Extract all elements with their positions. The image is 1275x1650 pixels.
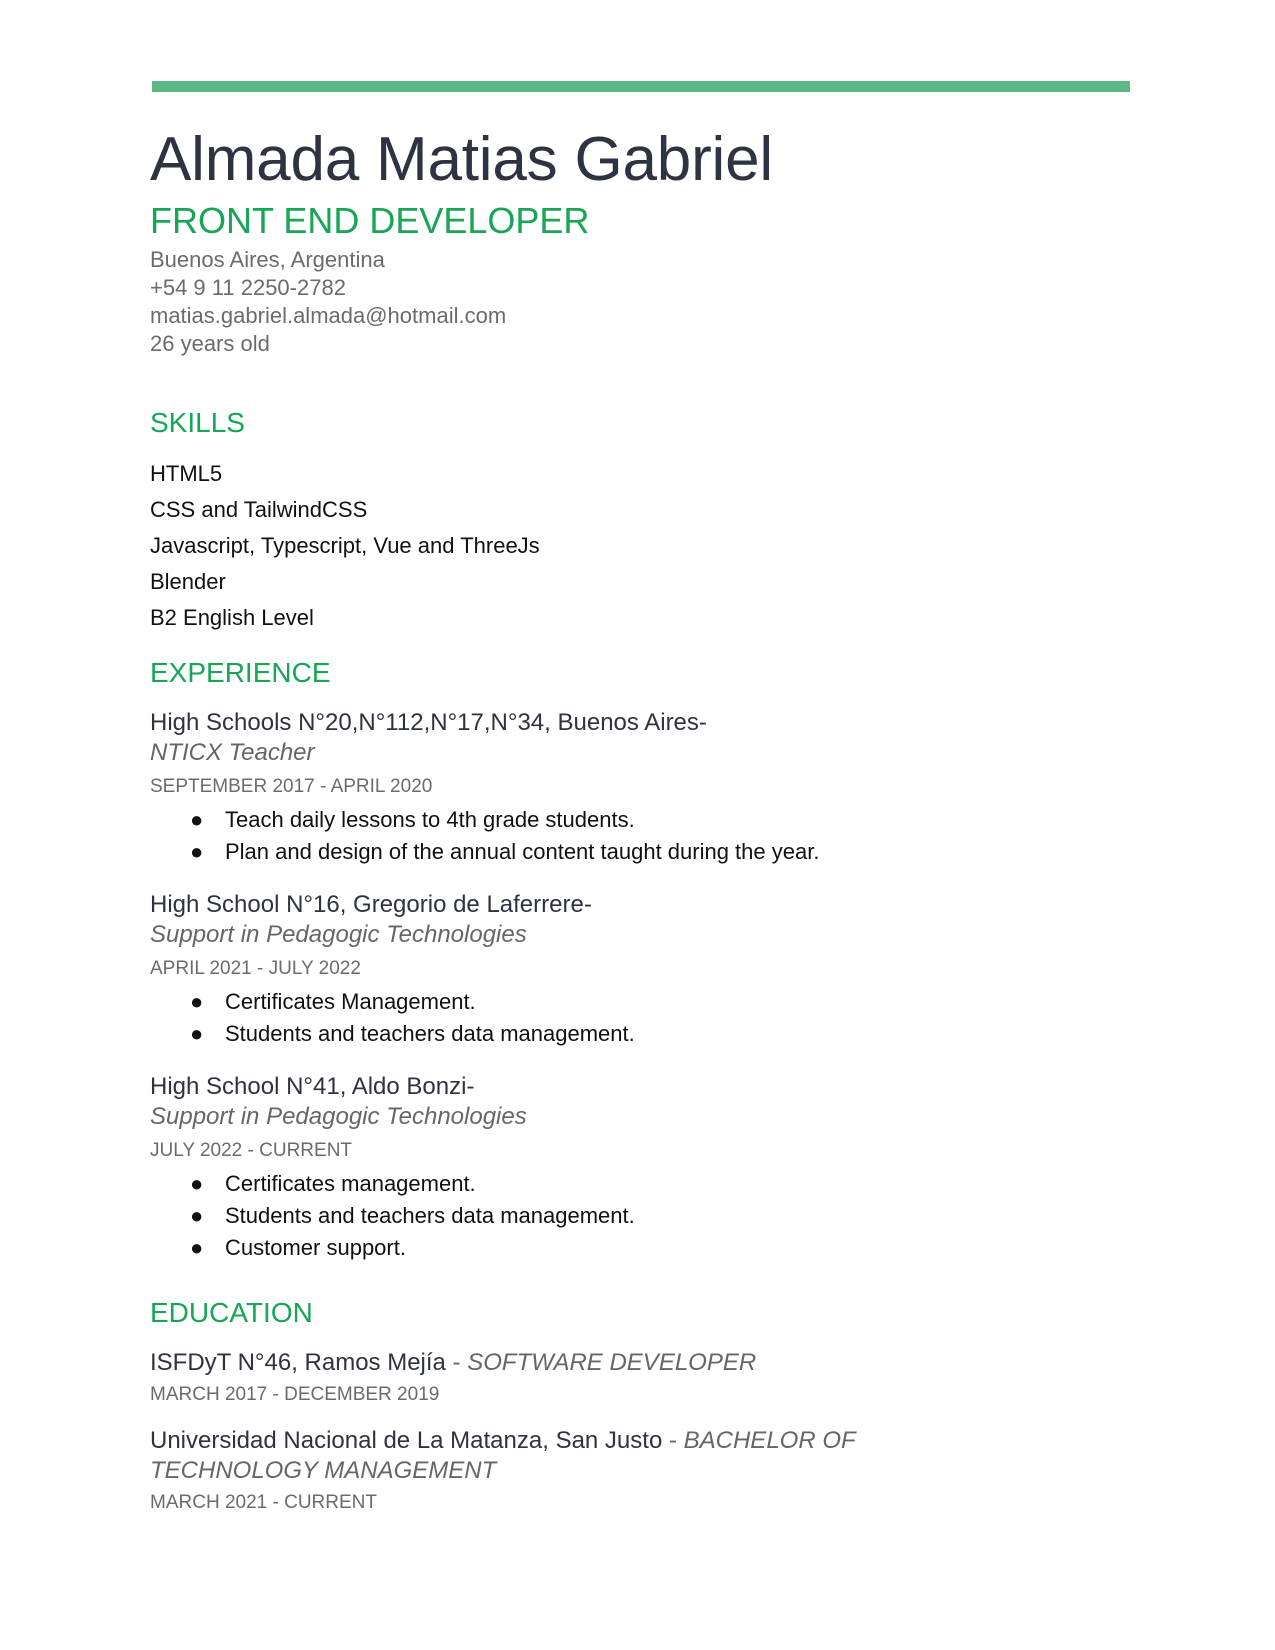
- resume-page: Almada Matias Gabriel FRONT END DEVELOPE…: [0, 0, 1275, 1650]
- email-text: matias.gabriel.almada@hotmail.com: [150, 303, 507, 328]
- skill-item: CSS and TailwindCSS: [150, 497, 368, 522]
- bullet-icon: ●: [190, 1171, 204, 1196]
- education-dates: MARCH 2017 - DECEMBER 2019: [150, 1384, 440, 1405]
- institution-name: Universidad Nacional de La Matanza, San …: [150, 1427, 663, 1454]
- job-title: FRONT END DEVELOPER: [150, 200, 590, 241]
- responsibility-item: ● Teach daily lessons to 4th grade stude…: [150, 804, 1130, 836]
- institution-name: ISFDyT N°46, Ramos Mejía: [150, 1349, 446, 1376]
- responsibilities-list: ● Certificates management. ● Students an…: [150, 1168, 1130, 1264]
- education-dates: MARCH 2021 - CURRENT: [150, 1492, 377, 1513]
- position-title: Support in Pedagogic Technologies: [150, 921, 527, 948]
- bullet-icon: ●: [190, 1021, 204, 1046]
- experience-entry: High School N°41, Aldo Bonzi- Support in…: [150, 1072, 1130, 1264]
- responsibility-item: ● Students and teachers data management.: [150, 1018, 1130, 1050]
- bullet-icon: ●: [190, 839, 204, 864]
- resume-content: Almada Matias Gabriel FRONT END DEVELOPE…: [150, 120, 1130, 1516]
- education-entry: ISFDyT N°46, Ramos Mejía - SOFTWARE DEVE…: [150, 1348, 1130, 1408]
- location-text: Buenos Aires, Argentina: [150, 247, 385, 272]
- education-separator: -: [445, 1349, 468, 1376]
- skills-list: HTML5 CSS and TailwindCSS Javascript, Ty…: [150, 456, 1130, 636]
- bullet-icon: ●: [190, 989, 204, 1014]
- responsibility-text: Certificates management.: [225, 1171, 476, 1196]
- top-accent-rule: [152, 81, 1130, 92]
- responsibility-item: ● Certificates management.: [150, 1168, 1130, 1200]
- employment-dates: SEPTEMBER 2017 - APRIL 2020: [150, 776, 433, 797]
- bullet-icon: ●: [190, 1235, 204, 1260]
- position-title: NTICX Teacher: [150, 739, 315, 766]
- responsibility-item: ● Certificates Management.: [150, 986, 1130, 1018]
- education-separator: -: [662, 1427, 684, 1454]
- education-line: ISFDyT N°46, Ramos Mejía - SOFTWARE DEVE…: [150, 1348, 870, 1378]
- full-name: Almada Matias Gabriel: [150, 125, 773, 194]
- phone-text: +54 9 11 2250-2782: [150, 275, 346, 300]
- responsibility-text: Customer support.: [225, 1235, 406, 1260]
- experience-heading: EXPERIENCE: [150, 657, 331, 688]
- responsibility-item: ● Customer support.: [150, 1232, 1130, 1264]
- education-heading: EDUCATION: [150, 1297, 313, 1328]
- employment-dates: JULY 2022 - CURRENT: [150, 1140, 353, 1161]
- responsibility-text: Teach daily lessons to 4th grade student…: [225, 807, 635, 832]
- employer-name: High Schools N°20,N°112,N°17,N°34, Bueno…: [150, 709, 707, 736]
- experience-entry: High School N°16, Gregorio de Laferrere-…: [150, 890, 1130, 1050]
- skill-item: Javascript, Typescript, Vue and ThreeJs: [150, 533, 540, 558]
- employer-name: High School N°16, Gregorio de Laferrere-: [150, 891, 592, 918]
- experience-section: EXPERIENCE High Schools N°20,N°112,N°17,…: [150, 656, 1130, 1264]
- education-entry: Universidad Nacional de La Matanza, San …: [150, 1426, 1130, 1516]
- skill-item: HTML5: [150, 461, 223, 486]
- skills-section: SKILLS HTML5 CSS and TailwindCSS Javascr…: [150, 406, 1130, 636]
- age-text: 26 years old: [150, 331, 270, 356]
- responsibility-text: Certificates Management.: [225, 989, 476, 1014]
- skill-item: Blender: [150, 569, 226, 594]
- responsibility-item: ● Students and teachers data management.: [150, 1200, 1130, 1232]
- education-line: Universidad Nacional de La Matanza, San …: [150, 1426, 870, 1486]
- experience-entry: High Schools N°20,N°112,N°17,N°34, Bueno…: [150, 708, 1130, 868]
- responsibility-item: ● Plan and design of the annual content …: [150, 836, 1130, 868]
- responsibility-text: Plan and design of the annual content ta…: [225, 839, 820, 864]
- degree-name: SOFTWARE DEVELOPER: [467, 1349, 757, 1376]
- responsibilities-list: ● Teach daily lessons to 4th grade stude…: [150, 804, 1130, 868]
- responsibility-text: Students and teachers data management.: [225, 1203, 635, 1228]
- employer-name: High School N°41, Aldo Bonzi-: [150, 1073, 475, 1100]
- contact-block: Buenos Aires, Argentina +54 9 11 2250-27…: [150, 246, 1130, 358]
- bullet-icon: ●: [190, 807, 204, 832]
- education-section: EDUCATION ISFDyT N°46, Ramos Mejía - SOF…: [150, 1296, 1130, 1516]
- bullet-icon: ●: [190, 1203, 204, 1228]
- skills-heading: SKILLS: [150, 407, 245, 438]
- skill-item: B2 English Level: [150, 605, 314, 630]
- position-title: Support in Pedagogic Technologies: [150, 1103, 527, 1130]
- responsibilities-list: ● Certificates Management. ● Students an…: [150, 986, 1130, 1050]
- responsibility-text: Students and teachers data management.: [225, 1021, 635, 1046]
- employment-dates: APRIL 2021 - JULY 2022: [150, 958, 361, 979]
